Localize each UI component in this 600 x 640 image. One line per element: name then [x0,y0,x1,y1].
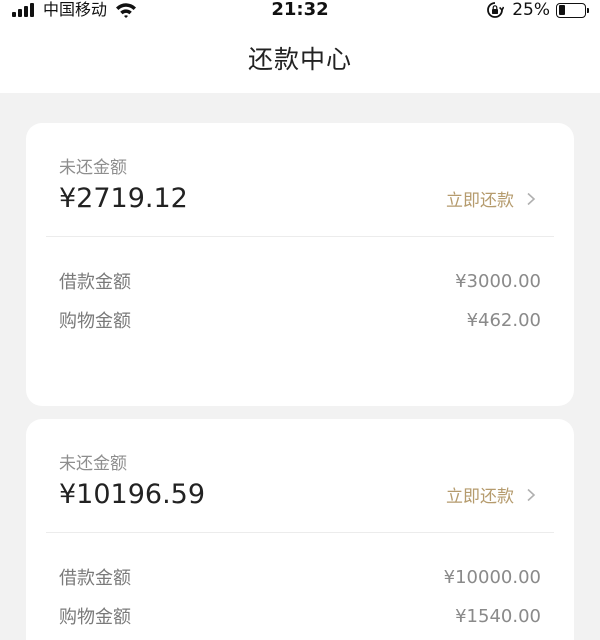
divider [46,236,554,237]
shopping-amount-label: 购物金额 [59,607,131,628]
shopping-amount-row: 购物金额 ¥462.00 [59,308,541,333]
shopping-amount-label: 购物金额 [59,311,131,332]
chevron-right-icon [527,192,536,205]
pay-now-label: 立即还款 [446,191,514,211]
pay-now-button[interactable]: 立即还款 [446,482,536,507]
page-title: 还款中心 [247,45,352,74]
unpaid-label: 未还金额 [59,158,127,178]
unpaid-amount: ¥10196.59 [59,479,206,510]
battery-icon [556,2,589,18]
battery-level [558,5,565,15]
status-right: 25% [486,0,589,20]
unpaid-label: 未还金额 [59,454,127,474]
loan-amount-row: 借款金额 ¥10000.00 [59,565,541,590]
shopping-amount-value: ¥1540.00 [455,605,541,627]
rotation-lock-icon [487,2,505,18]
repayment-card: 未还金额 ¥2719.12 立即还款 借款金额 ¥3000.00 购物金额 ¥4… [26,123,574,406]
pay-now-button[interactable]: 立即还款 [446,186,536,211]
loan-amount-value: ¥3000.00 [455,270,541,292]
divider [46,532,554,533]
shopping-amount-value: ¥462.00 [466,309,541,331]
repayment-card: 未还金额 ¥10196.59 立即还款 借款金额 ¥10000.00 购物金额 … [26,419,574,640]
battery-percent: 25% [512,0,550,20]
loan-amount-row: 借款金额 ¥3000.00 [59,269,541,294]
shopping-amount-row: 购物金额 ¥1540.00 [59,604,541,629]
chevron-right-icon [527,488,536,501]
unpaid-amount: ¥2719.12 [59,183,188,214]
loan-amount-label: 借款金额 [59,568,131,589]
top-bar: 中国移动 21:32 25% 还款中心 [0,0,600,93]
pay-now-label: 立即还款 [446,487,514,507]
loan-amount-value: ¥10000.00 [443,566,541,588]
status-bar: 中国移动 21:32 25% [0,0,600,20]
loan-amount-label: 借款金额 [59,272,131,293]
